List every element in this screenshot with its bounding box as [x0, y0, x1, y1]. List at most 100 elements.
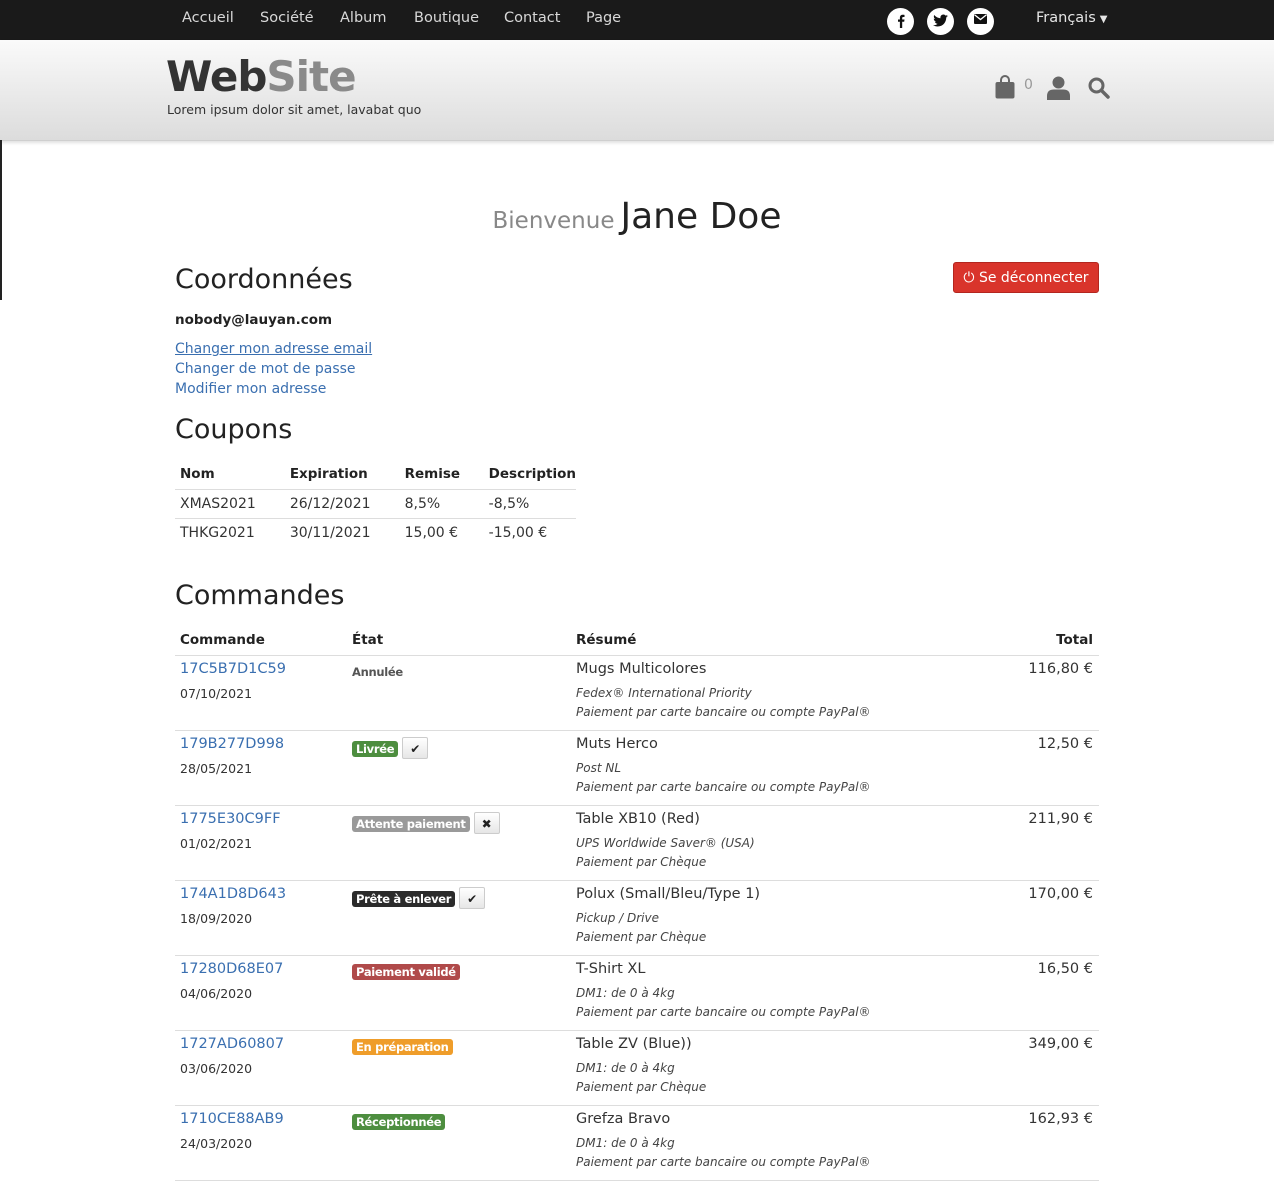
search-icon[interactable]	[1088, 77, 1110, 103]
order-total-cell: 170,00 €	[968, 880, 1099, 956]
order-number-link[interactable]: 1727AD60807	[180, 1036, 347, 1052]
table-row: 1727AD60807 03/06/2020 En préparation Table…	[175, 1030, 1099, 1106]
order-date: 07/10/2021	[180, 686, 253, 701]
order-shipping-method: Fedex® International Priority	[576, 686, 752, 700]
welcome-banner: Bienvenue Jane Doe	[0, 196, 1274, 237]
coupons-table: Nom Expiration Remise Description XMAS20…	[175, 459, 576, 547]
confirm-order-button[interactable]: ✔	[402, 737, 429, 759]
status-badge: Livrée	[352, 741, 399, 757]
order-total-cell: 116,80 €	[968, 655, 1099, 731]
order-id-cell: 1710CE88AB9 24/03/2020	[175, 1105, 347, 1181]
order-number-link[interactable]: 17C5B7D1C59	[180, 661, 347, 677]
site-header: WebSite Lorem ipsum dolor sit amet, lava…	[0, 40, 1274, 141]
facebook-icon[interactable]	[887, 8, 914, 35]
order-total: 12,50 €	[1037, 736, 1093, 752]
order-number-link[interactable]: 174A1D8D643	[180, 886, 347, 902]
nav-contact[interactable]: Contact	[504, 10, 560, 26]
confirm-order-button[interactable]: ✔	[459, 887, 486, 909]
order-total-cell: 12,50 €	[968, 730, 1099, 806]
cart-icon[interactable]	[995, 75, 1015, 103]
order-total: 349,00 €	[1028, 1036, 1093, 1052]
order-date: 24/03/2020	[180, 1136, 253, 1151]
order-number-link[interactable]: 17280D68E07	[180, 961, 347, 977]
nav-boutique[interactable]: Boutique	[414, 10, 479, 26]
site-logo[interactable]: WebSite	[166, 54, 357, 100]
cancel-order-button[interactable]: ✖	[473, 812, 500, 834]
order-product-title: Mugs Multicolores	[576, 661, 707, 677]
order-total: 170,00 €	[1028, 886, 1093, 902]
order-product-title: T-Shirt XL	[576, 961, 646, 977]
nav-album[interactable]: Album	[340, 10, 386, 26]
order-summary-cell: Polux (Small/Bleu/Type 1) Pickup / Drive P…	[571, 880, 968, 956]
coupon-cell: -8,5%	[483, 489, 576, 519]
order-total-cell: 211,90 €	[968, 805, 1099, 881]
welcome-prefix: Bienvenue	[492, 208, 615, 234]
cart-count: 0	[1024, 77, 1033, 93]
order-shipping-method: Post NL	[576, 761, 622, 775]
column-header: Commande	[175, 625, 347, 656]
order-summary-cell: Grefza Bravo DM1: de 0 à 4kg Paiement par …	[571, 1105, 968, 1181]
order-summary-cell: T-Shirt XL DM1: de 0 à 4kg Paiement par ca…	[571, 955, 968, 1031]
order-total: 162,93 €	[1028, 1111, 1093, 1127]
email-icon[interactable]	[967, 8, 994, 35]
change-email-link[interactable]: Changer mon adresse email	[175, 341, 372, 357]
order-shipping-method: DM1: de 0 à 4kg	[576, 986, 675, 1000]
nav-societe[interactable]: Société	[260, 10, 314, 26]
order-product-title: Table ZV (Blue))	[576, 1036, 692, 1052]
order-shipping-method: DM1: de 0 à 4kg	[576, 1136, 675, 1150]
coupon-cell: THKG2021	[180, 525, 255, 541]
order-product-title: Grefza Bravo	[576, 1111, 671, 1127]
order-product-title: Polux (Small/Bleu/Type 1)	[576, 886, 761, 902]
order-payment-method: Paiement par Chèque	[576, 855, 707, 869]
coupon-cell: -15,00 €	[488, 525, 548, 541]
user-name: Jane Doe	[620, 196, 782, 237]
order-total: 116,80 €	[1028, 661, 1093, 677]
account-heading: Coordonnées	[175, 264, 353, 295]
order-product-title: Muts Herco	[576, 736, 658, 752]
order-total: 16,50 €	[1037, 961, 1093, 977]
order-summary-cell: Table ZV (Blue)) DM1: de 0 à 4kg Paiement …	[571, 1030, 968, 1106]
logout-label: Se déconnecter	[978, 270, 1089, 286]
order-date: 04/06/2020	[180, 986, 253, 1001]
site-tagline: Lorem ipsum dolor sit amet, lavabat quo	[167, 102, 422, 117]
status-badge: Paiement validé	[352, 964, 460, 980]
twitter-icon[interactable]	[927, 8, 954, 35]
table-row: 179B277D998 28/05/2021 Livrée ✔ Muts Herco Po…	[175, 730, 1099, 806]
order-number-link[interactable]: 1710CE88AB9	[180, 1111, 347, 1127]
order-status-cell: Prête à enlever ✔	[347, 880, 571, 956]
order-number-link[interactable]: 179B277D998	[180, 736, 347, 752]
logout-button[interactable]: ⏻ Se déconnecter	[953, 262, 1099, 293]
order-payment-method: Paiement par carte bancaire ou compte Pa…	[576, 1155, 871, 1169]
table-row: THKG2021 30/11/2021 15,00 € -15,00 €	[175, 519, 576, 548]
order-shipping-method: DM1: de 0 à 4kg	[576, 1061, 675, 1075]
table-header-row: Commande État Résumé Total	[175, 625, 1099, 656]
column-header: État	[347, 625, 571, 656]
order-id-cell: 17C5B7D1C59 07/10/2021	[175, 655, 347, 731]
language-selector[interactable]: Français ▼	[1036, 10, 1107, 26]
order-id-cell: 1775E30C9FF 01/02/2021	[175, 805, 347, 881]
table-row: 1775E30C9FF 01/02/2021 Attente paiement ✖ Ta…	[175, 805, 1099, 881]
user-icon[interactable]	[1047, 76, 1070, 104]
order-product-title: Table XB10 (Red)	[576, 811, 700, 827]
orders-heading: Commandes	[175, 580, 345, 611]
column-header: Description	[483, 459, 576, 490]
order-shipping-method: Pickup / Drive	[576, 911, 660, 925]
status-badge: Réceptionnée	[352, 1114, 446, 1130]
account-email: nobody@lauyan.com	[175, 312, 333, 328]
nav-accueil[interactable]: Accueil	[182, 10, 234, 26]
order-id-cell: 179B277D998 28/05/2021	[175, 730, 347, 806]
order-date: 28/05/2021	[180, 761, 253, 776]
change-password-link[interactable]: Changer de mot de passe	[175, 361, 356, 377]
coupon-cell: XMAS2021	[175, 489, 285, 519]
order-date: 18/09/2020	[180, 911, 253, 926]
nav-page[interactable]: Page	[586, 10, 621, 26]
edit-address-link[interactable]: Modifier mon adresse	[175, 381, 326, 397]
order-number-link[interactable]: 1775E30C9FF	[180, 811, 347, 827]
order-summary-cell: Table XB10 (Red) UPS Worldwide Saver® (US…	[571, 805, 968, 881]
column-header: Total	[968, 625, 1099, 656]
status-badge: En préparation	[352, 1039, 453, 1055]
column-header: Expiration	[284, 459, 400, 490]
order-id-cell: 174A1D8D643 18/09/2020	[175, 880, 347, 956]
order-status-cell: Réceptionnée	[347, 1105, 571, 1181]
order-date: 01/02/2021	[180, 836, 253, 851]
